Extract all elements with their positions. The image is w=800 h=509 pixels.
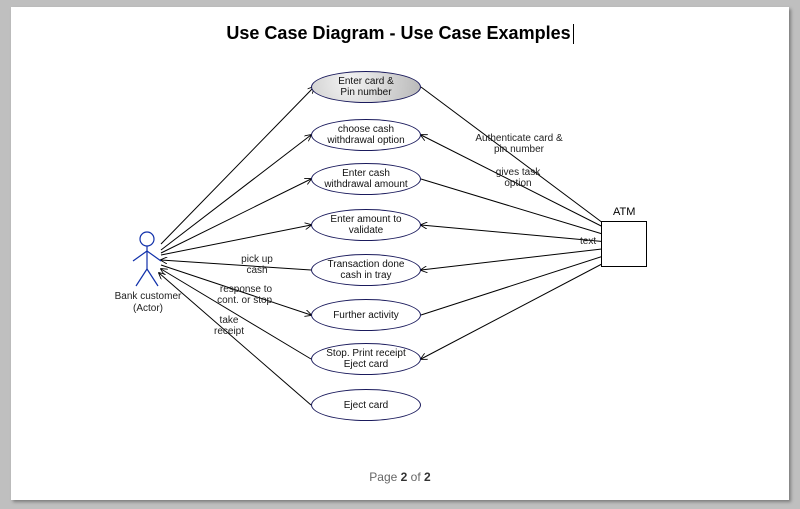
text-cursor bbox=[573, 24, 574, 44]
footer-prefix: Page bbox=[369, 470, 400, 484]
footer-of: of bbox=[407, 470, 424, 484]
atm-actor bbox=[601, 221, 647, 267]
atm-text: text bbox=[580, 236, 596, 247]
page-title: Use Case Diagram - Use Case Examples bbox=[11, 23, 789, 44]
footer-total: 2 bbox=[424, 470, 431, 484]
atm-label: ATM bbox=[613, 206, 635, 218]
edge-pickup-cash: pick upcash bbox=[227, 254, 287, 276]
edge-gives-task: gives taskoption bbox=[483, 167, 553, 189]
title-text: Use Case Diagram - Use Case Examples bbox=[226, 23, 570, 43]
usecase-enter-amount-validate: Enter amount tovalidate bbox=[311, 209, 421, 241]
usecase-choose-withdraw: choose cashwithdrawal option bbox=[311, 119, 421, 151]
edge-take-receipt: takereceipt bbox=[203, 315, 255, 337]
page-footer: Page 2 of 2 bbox=[11, 470, 789, 484]
edge-response: response tocont. or stop. bbox=[205, 284, 287, 306]
usecase-transaction-done: Transaction donecash in tray bbox=[311, 254, 421, 286]
usecase-further-activity: Further activity bbox=[311, 299, 421, 331]
usecase-enter-withdraw-amt: Enter cashwithdrawal amount bbox=[311, 163, 421, 195]
document-page: Use Case Diagram - Use Case Examples bbox=[11, 7, 789, 500]
edge-authenticate: Authenticate card &pin number bbox=[459, 133, 579, 155]
usecase-eject-card: Eject card bbox=[311, 389, 421, 421]
usecase-enter-card: Enter card &Pin number bbox=[311, 71, 421, 103]
bank-customer-actor bbox=[129, 231, 165, 289]
bank-customer-label: Bank customer(Actor) bbox=[109, 291, 187, 314]
usecase-stop-print: Stop. Print receiptEject card bbox=[311, 343, 421, 375]
